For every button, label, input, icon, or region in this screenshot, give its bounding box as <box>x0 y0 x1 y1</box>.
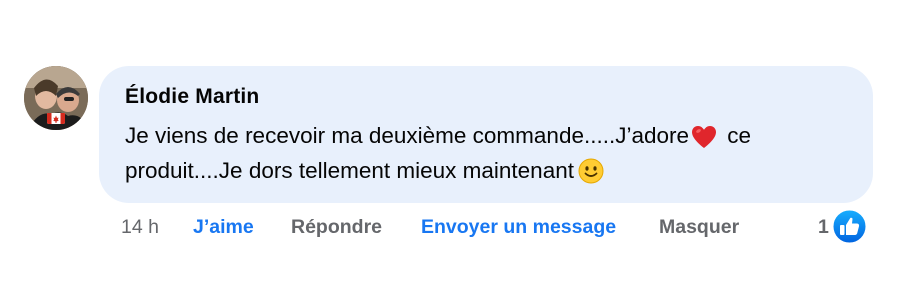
hide-button[interactable]: Masquer <box>659 214 739 240</box>
smile-icon <box>578 158 604 184</box>
comment-author[interactable]: Élodie Martin <box>125 85 259 109</box>
comment-bubble: Élodie Martin Je viens de recevoir ma de… <box>99 66 873 203</box>
reaction-count[interactable]: 1 <box>818 214 829 240</box>
heart-icon <box>692 126 717 148</box>
like-button[interactable]: J’aime <box>193 214 254 240</box>
like-thumb-icon[interactable] <box>831 208 868 245</box>
comment-timestamp[interactable]: 14 h <box>121 214 159 240</box>
comment-text: Je viens de recevoir ma deuxième command… <box>125 118 845 188</box>
send-message-button[interactable]: Envoyer un message <box>421 214 616 240</box>
reply-button[interactable]: Répondre <box>291 214 382 240</box>
comment-text-part1: Je viens de recevoir ma deuxième command… <box>125 123 690 148</box>
canada-flag-icon <box>47 112 65 124</box>
